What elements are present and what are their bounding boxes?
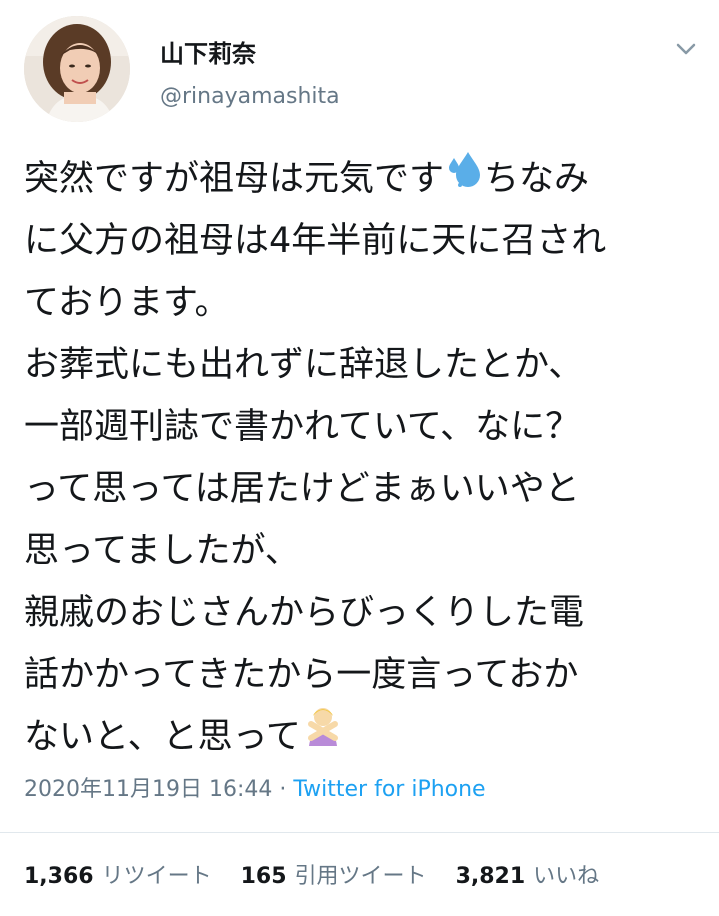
tweet-text-segment: ちなみ [484,159,590,199]
likes-label: いいね [533,864,600,889]
likes-stat[interactable]: 3,821 いいね [456,858,600,890]
tweet-line: 話かかってきたから一度言っておか [24,655,579,695]
chevron-down-icon[interactable] [670,36,702,62]
likes-count: 3,821 [455,864,526,889]
tweet-stats: 1,366 リツイート 165 引用ツイート 3,821 いいね [24,858,621,890]
source-link[interactable]: Twitter for iPhone [293,777,485,802]
tweet-text-segment: ないと、と思って [24,717,301,757]
sweat-droplets-icon [444,146,484,208]
tweet-line: 思ってましたが、 [24,531,300,571]
avatar-photo [24,16,130,122]
avatar[interactable] [24,16,130,122]
timestamp[interactable]: 2020年11月19日 16:44 [24,777,272,802]
user-handle[interactable]: @rinayamashita [160,84,340,109]
retweets-label: リツイート [101,864,212,889]
tweet-text: 突然ですが祖母は元気です ちなみ に父方の祖母は4年半前に天に召され ております。… [24,148,704,768]
tweet-line: 突然ですが祖母は元気です ちなみ [24,148,704,210]
tweet-line: 一部週刊誌で書かれていて、なに？ [24,407,581,447]
tweet-line: に父方の祖母は4年半前に天に召され [24,221,607,261]
meta-separator: · [272,777,294,802]
tweet-meta: 2020年11月19日 16:44 · Twitter for iPhone [24,771,486,803]
tweet-header: 山下莉奈 @rinayamashita [0,0,719,140]
display-name[interactable]: 山下莉奈 [160,34,256,69]
retweets-count: 1,366 [24,864,94,889]
tweet-text-segment: 突然ですが祖母は元気です [24,159,445,199]
quotes-count: 165 [240,864,287,889]
tweet-line: 親戚のおじさんからびっくりした電 [24,593,585,633]
tweet-line: ないと、と思って [24,706,704,768]
tweet-line: って思っては居たけどまぁいいやと [24,469,580,509]
quotes-stat[interactable]: 165 引用ツイート [241,858,427,890]
quotes-label: 引用ツイート [294,864,427,889]
retweets-stat[interactable]: 1,366 リツイート [24,858,212,890]
person-gesturing-no-icon [301,704,345,766]
tweet-line: ております。 [24,283,230,323]
divider [0,832,719,833]
tweet-line: お葬式にも出れずに辞退したとか、 [24,345,584,385]
